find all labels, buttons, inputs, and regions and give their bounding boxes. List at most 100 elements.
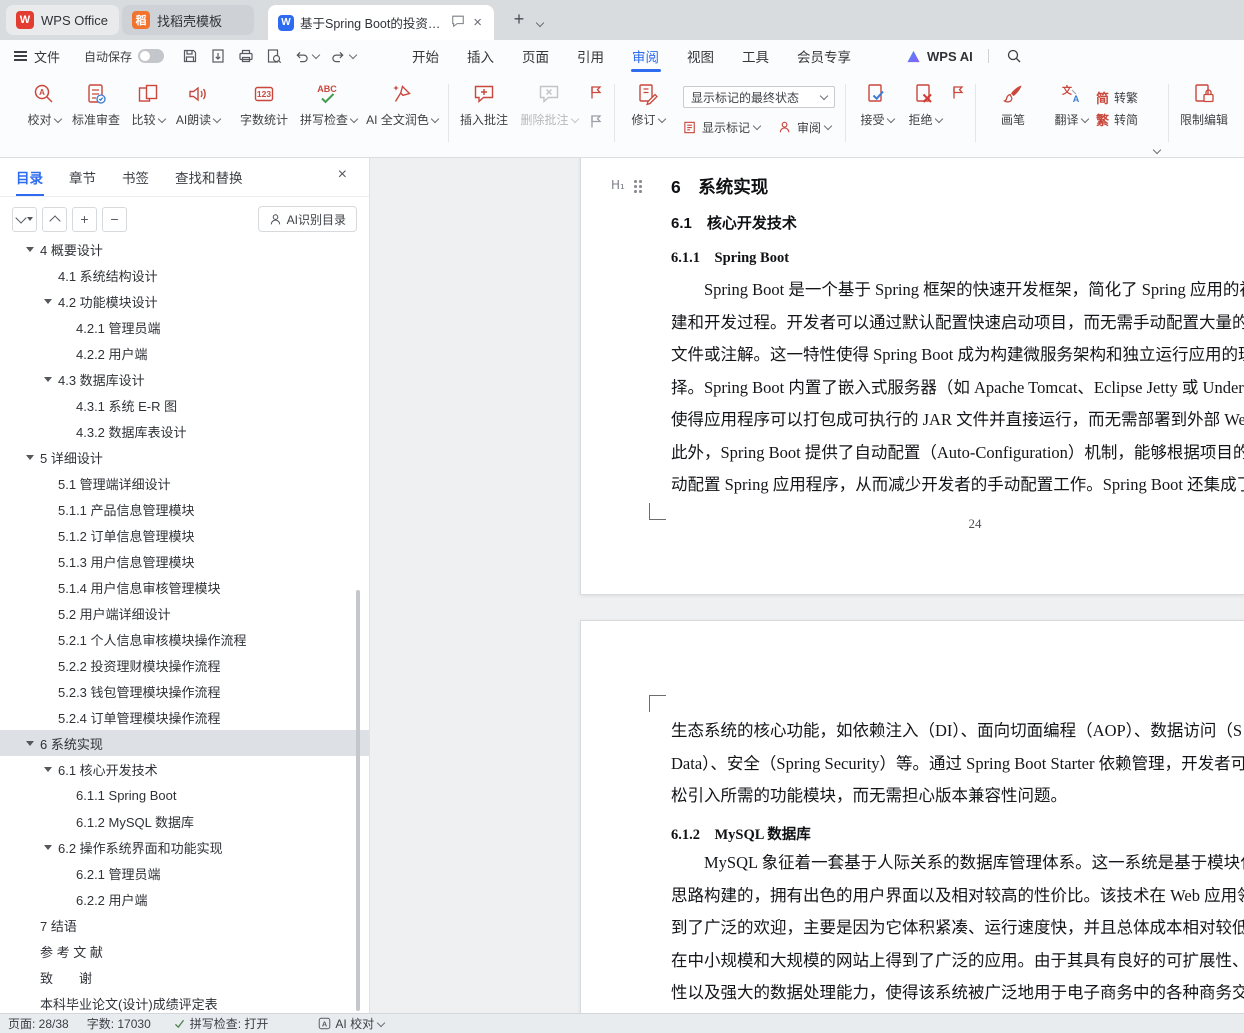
expand-arrow-icon[interactable] — [44, 299, 58, 304]
sidebar-tab[interactable]: 查找和替换 — [175, 158, 243, 196]
toc-item[interactable]: 4.2.1 管理员端 — [0, 314, 369, 340]
sidebar-tab[interactable]: 章节 — [69, 158, 96, 196]
toc-item[interactable]: 7 结语 — [0, 912, 369, 938]
ink-brush-button[interactable]: 画笔 — [985, 80, 1041, 129]
next-comment-icon[interactable] — [588, 113, 604, 134]
toc-item[interactable]: 5.1.1 产品信息管理模块 — [0, 496, 369, 522]
simplified-to-traditional-button[interactable]: 简 转繁 — [1096, 86, 1168, 108]
toc-item[interactable]: 4.3 数据库设计 — [0, 366, 369, 392]
accept-change-button[interactable]: 接受 — [852, 80, 902, 129]
file-menu-button[interactable]: 文件 — [14, 40, 60, 72]
tab-docer-templates[interactable]: 稻 找稻壳模板 — [122, 5, 254, 35]
toc-item[interactable]: 6 系统实现 — [0, 730, 369, 756]
toc-item[interactable]: 5.1.3 用户信息管理模块 — [0, 548, 369, 574]
insert-comment-button[interactable]: 插入批注 — [456, 80, 512, 129]
compare-button[interactable]: 比较 — [120, 80, 176, 129]
export-pdf-button[interactable] — [210, 48, 226, 64]
toc-item[interactable]: 5.2.3 钱包管理模块操作流程 — [0, 678, 369, 704]
toc-item[interactable]: 4.3.2 数据库表设计 — [0, 418, 369, 444]
autosave-toggle[interactable] — [138, 49, 165, 63]
toc-item[interactable]: 4.3.1 系统 E-R 图 — [0, 392, 369, 418]
ribbon-tab[interactable]: 开始 — [398, 40, 453, 72]
expand-level-button[interactable] — [12, 206, 37, 232]
print-button[interactable] — [238, 48, 254, 64]
search-icon[interactable] — [1002, 44, 1026, 68]
ribbon-tab[interactable]: 审阅 — [618, 40, 673, 72]
toc-item[interactable]: 6.2 操作系统界面和功能实现 — [0, 834, 369, 860]
ribbon-tab[interactable]: 插入 — [453, 40, 508, 72]
restrict-editing-button[interactable]: 限制编辑 — [1176, 80, 1232, 129]
collapse-level-button[interactable] — [42, 206, 67, 232]
toc-item[interactable]: 4 概要设计 — [0, 242, 369, 262]
sidebar-tab[interactable]: 目录 — [16, 158, 43, 196]
ribbon-tab[interactable]: 工具 — [728, 40, 783, 72]
close-sidebar-icon[interactable]: × — [338, 167, 347, 183]
sidebar-scrollbar-thumb[interactable] — [356, 590, 360, 1011]
expand-arrow-icon[interactable] — [26, 455, 40, 460]
tab-document[interactable]: W 基于Spring Boot的投资理财 × — [268, 5, 494, 40]
spell-check-button[interactable]: ABC 拼写检查 — [300, 80, 359, 129]
expand-arrow-icon[interactable] — [44, 377, 58, 382]
reject-change-button[interactable]: 拒绝 — [900, 80, 950, 129]
save-button[interactable] — [182, 48, 198, 64]
review-pane-button[interactable]: 审阅 — [778, 116, 833, 138]
ai-read-aloud-button[interactable]: AI朗读 — [170, 80, 226, 129]
clipped-ribbon-button[interactable]: 文 — [1230, 80, 1244, 129]
toc-item[interactable]: 4.2.2 用户端 — [0, 340, 369, 366]
sidebar-tab[interactable]: 书签 — [122, 158, 149, 196]
ribbon-tab[interactable]: 视图 — [673, 40, 728, 72]
show-markup-button[interactable]: 显示标记 — [683, 116, 762, 138]
toc-item[interactable]: 6.2.1 管理员端 — [0, 860, 369, 886]
ai-polish-button[interactable]: AI 全文润色 — [366, 80, 440, 129]
previous-comment-icon[interactable] — [588, 84, 604, 105]
toc-item[interactable]: 4.2 功能模块设计 — [0, 288, 369, 314]
ribbon-tab[interactable]: 页面 — [508, 40, 563, 72]
expand-arrow-icon[interactable] — [44, 767, 58, 772]
toc-item[interactable]: 参 考 文 献 — [0, 938, 369, 964]
close-document-icon[interactable]: × — [471, 14, 484, 31]
tab-list-caret-icon[interactable] — [535, 15, 545, 33]
proofread-button[interactable]: A 校对 — [16, 80, 72, 129]
standard-review-button[interactable]: 标准审查 — [68, 80, 124, 129]
toc-item[interactable]: 6.1.1 Spring Boot — [0, 782, 369, 808]
heading-level-handle[interactable]: H₁ — [611, 178, 625, 192]
toc-item[interactable]: 本科毕业论文(设计)成绩评定表 — [0, 990, 369, 1013]
word-count-button[interactable]: 123 字数统计 — [236, 80, 292, 129]
toc-item[interactable]: 致 谢 — [0, 964, 369, 990]
toc-item[interactable]: 5.1.4 用户信息审核管理模块 — [0, 574, 369, 600]
new-tab-button[interactable]: + — [508, 8, 530, 30]
track-changes-button[interactable]: 修订 — [620, 80, 676, 129]
markup-state-combobox[interactable]: 显示标记的最终状态 — [683, 86, 835, 108]
next-revision-icon[interactable] — [950, 84, 966, 105]
toc-item[interactable]: 6.1 核心开发技术 — [0, 756, 369, 782]
zoom-out-outline-button[interactable]: − — [102, 206, 127, 232]
traditional-to-simplified-button[interactable]: 繁 转简 — [1096, 108, 1168, 130]
zoom-in-outline-button[interactable]: + — [72, 206, 97, 232]
drag-handle-icon[interactable] — [634, 180, 637, 183]
print-preview-button[interactable] — [266, 48, 282, 64]
toc-item[interactable]: 6.2.2 用户端 — [0, 886, 369, 912]
expand-arrow-icon[interactable] — [26, 741, 40, 746]
redo-button[interactable] — [331, 49, 358, 64]
word-count-indicator[interactable]: 字数: 17030 — [87, 1015, 151, 1032]
wps-ai-button[interactable]: WPS AI — [906, 40, 973, 72]
toc-item[interactable]: 5 详细设计 — [0, 444, 369, 470]
page-indicator[interactable]: 页面: 28/38 — [8, 1015, 69, 1032]
expand-arrow-icon[interactable] — [44, 845, 58, 850]
document-page-25[interactable]: 生态系统的核心功能，如依赖注入（DI）、面向切面编程（AOP）、数据访问（S Da… — [580, 620, 1244, 1013]
expand-arrow-icon[interactable] — [26, 247, 40, 252]
toc-item[interactable]: 5.2 用户端详细设计 — [0, 600, 369, 626]
toc-item[interactable]: 5.1.2 订单信息管理模块 — [0, 522, 369, 548]
delete-comment-button[interactable]: 删除批注 — [518, 80, 580, 129]
toc-item[interactable]: 5.2.1 个人信息审核模块操作流程 — [0, 626, 369, 652]
toc-item[interactable]: 5.1 管理端详细设计 — [0, 470, 369, 496]
toc-item[interactable]: 5.2.4 订单管理模块操作流程 — [0, 704, 369, 730]
ai-proofread-button[interactable]: A AI 校对 — [318, 1015, 386, 1032]
undo-button[interactable] — [294, 49, 321, 64]
document-page-24[interactable]: H₁ 6 系统实现 6.1 核心开发技术 6.1.1 Spring Boot S… — [580, 158, 1244, 595]
ai-recognize-toc-button[interactable]: AI识别目录 — [257, 206, 357, 232]
translate-button[interactable]: 文A 翻译 — [1043, 80, 1099, 129]
ribbon-tab[interactable]: 引用 — [563, 40, 618, 72]
spell-check-indicator[interactable]: 拼写检查: 打开 — [173, 1015, 268, 1032]
tab-wps-home[interactable]: W WPS Office — [6, 5, 119, 35]
